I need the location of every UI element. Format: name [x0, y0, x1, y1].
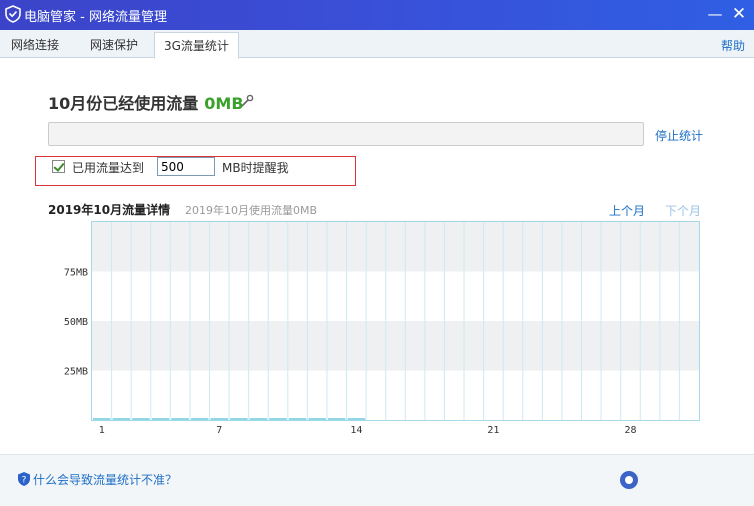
- x-tick-label: 14: [350, 425, 362, 436]
- footer-right-icon: [620, 471, 638, 489]
- chart-bar: [308, 418, 326, 420]
- chart-bar: [230, 418, 248, 420]
- chart-bar: [269, 418, 287, 420]
- footer-right-control[interactable]: [620, 468, 746, 498]
- x-tick-label: 1: [99, 425, 105, 436]
- chart-bar: [93, 418, 111, 420]
- chart-bar: [112, 418, 131, 420]
- inaccuracy-help-link[interactable]: 什么会导致流量统计不准？: [33, 471, 177, 488]
- svg-text:?: ?: [22, 476, 27, 486]
- chart-band: [92, 222, 699, 272]
- chart-bar: [190, 418, 209, 420]
- chart-bar: [288, 418, 307, 420]
- traffic-chart: 25MB 50MB 75MB 1 7 14 21 28: [64, 222, 699, 436]
- shield-help-icon: ?: [18, 472, 30, 486]
- chart-bar: [151, 418, 170, 420]
- chart-bar: [132, 418, 150, 420]
- y-tick-label: 25MB: [64, 367, 88, 378]
- chart-band: [92, 321, 699, 371]
- chart-bar: [347, 418, 366, 420]
- y-tick-label: 50MB: [64, 317, 88, 328]
- chart-bar: [327, 418, 346, 420]
- y-tick-label: 75MB: [64, 268, 88, 279]
- chart-bar: [249, 418, 268, 420]
- x-tick-label: 7: [216, 425, 222, 436]
- x-tick-label: 21: [487, 425, 499, 436]
- x-tick-label: 28: [624, 425, 636, 436]
- chart-bar: [210, 418, 229, 420]
- chart-bar: [171, 418, 189, 420]
